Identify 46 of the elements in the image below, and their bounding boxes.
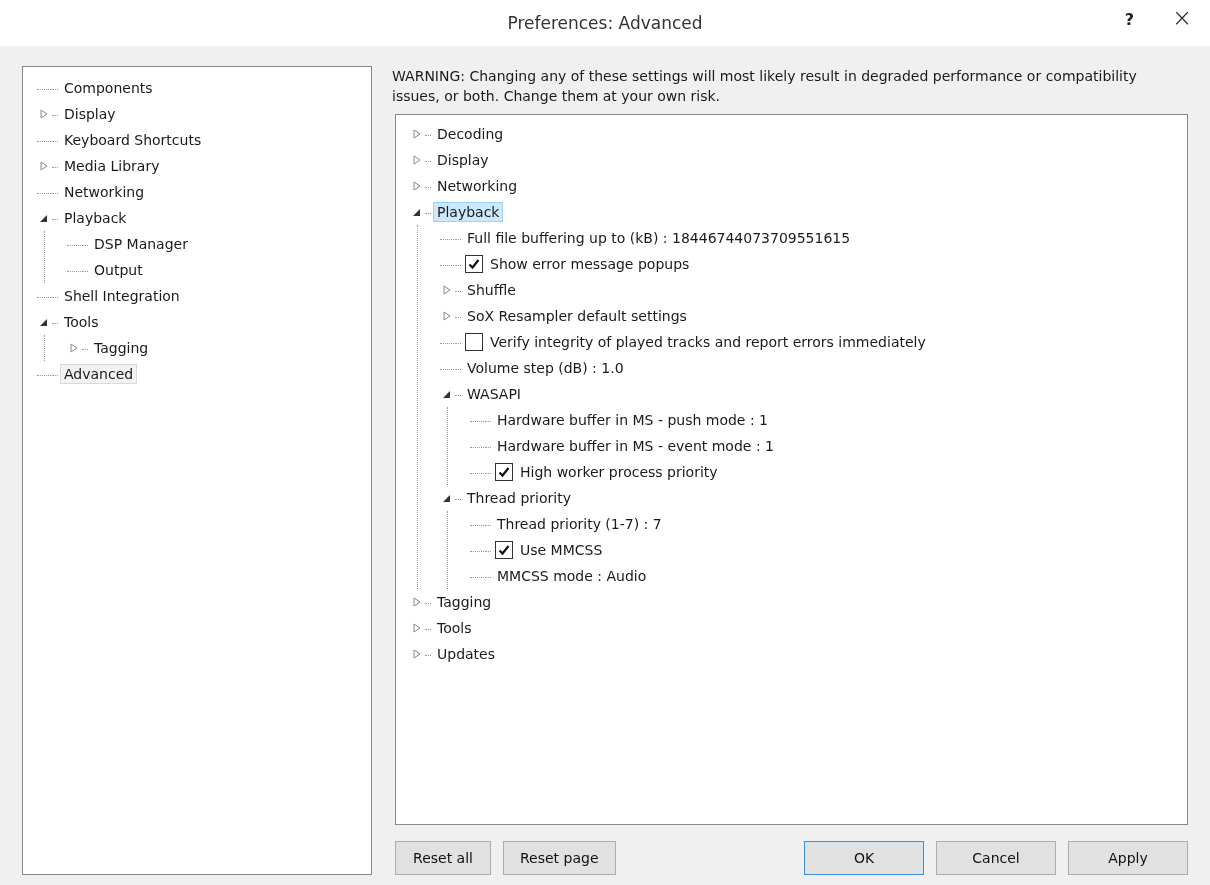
tree-item[interactable]: MMCSS mode : Audio [493,566,651,586]
tree-item[interactable]: WASAPI [463,384,525,404]
dialog-button[interactable]: OK [804,841,924,875]
dialog-button[interactable]: Reset page [503,841,616,875]
close-button[interactable]: × [1165,2,1198,34]
tree-item[interactable]: Shell Integration [60,286,184,306]
tree-item[interactable]: Show error message popups [486,254,694,274]
tree-item[interactable]: Output [90,260,147,280]
tree-item[interactable]: Playback [433,202,504,222]
window-title: Preferences: Advanced [507,13,703,33]
tree-item[interactable]: High worker process priority [516,462,722,482]
tree-item[interactable]: Keyboard Shortcuts [60,130,206,150]
tree-item[interactable]: Shuffle [463,280,520,300]
checkbox[interactable] [465,255,483,273]
tree-item[interactable]: Hardware buffer in MS - event mode : 1 [493,436,778,456]
dialog-button[interactable]: Reset all [395,841,491,875]
tree-item[interactable]: Tagging [433,592,496,612]
tree-item[interactable]: Volume step (dB) : 1.0 [463,358,628,378]
tree-item[interactable]: Full file buffering up to (kB) : 18446744073709551615 [463,228,855,248]
tree-item[interactable]: Use MMCSS [516,540,607,560]
tree-item[interactable]: Updates [433,644,499,664]
warning-text: WARNING: Changing any of these settings will most likely result in degraded performance or compatibility issues, or both. Change them at your own risk. [392,67,1138,106]
tree-item[interactable]: SoX Resampler default settings [463,306,691,326]
tree-item[interactable]: Advanced [60,364,138,384]
tree-item[interactable]: Tools [433,618,476,638]
checkbox[interactable] [465,333,483,351]
tree-item[interactable]: Networking [60,182,149,202]
tree-item[interactable]: Hardware buffer in MS - push mode : 1 [493,410,772,430]
tree-item[interactable]: Decoding [433,124,508,144]
tree-item[interactable]: Verify integrity of played tracks and report errors immediately [486,332,930,352]
dialog-button[interactable]: Cancel [936,841,1056,875]
help-button[interactable]: ? [1118,8,1140,31]
tree-item[interactable]: Playback [60,208,131,228]
checkbox[interactable] [495,541,513,559]
tree-item[interactable]: Display [60,104,120,124]
checkbox[interactable] [495,463,513,481]
dialog-button[interactable]: Apply [1068,841,1188,875]
tree-item[interactable]: Media Library [60,156,164,176]
tree-item[interactable]: Networking [433,176,522,196]
tree-item[interactable]: DSP Manager [90,234,192,254]
tree-item[interactable]: Display [433,150,493,170]
tree-item[interactable]: Components [60,78,157,98]
tree-item[interactable]: Tagging [90,338,153,358]
tree-item[interactable]: Thread priority [463,488,575,508]
tree-item[interactable]: Thread priority (1-7) : 7 [493,514,666,534]
tree-item[interactable]: Tools [60,312,103,332]
